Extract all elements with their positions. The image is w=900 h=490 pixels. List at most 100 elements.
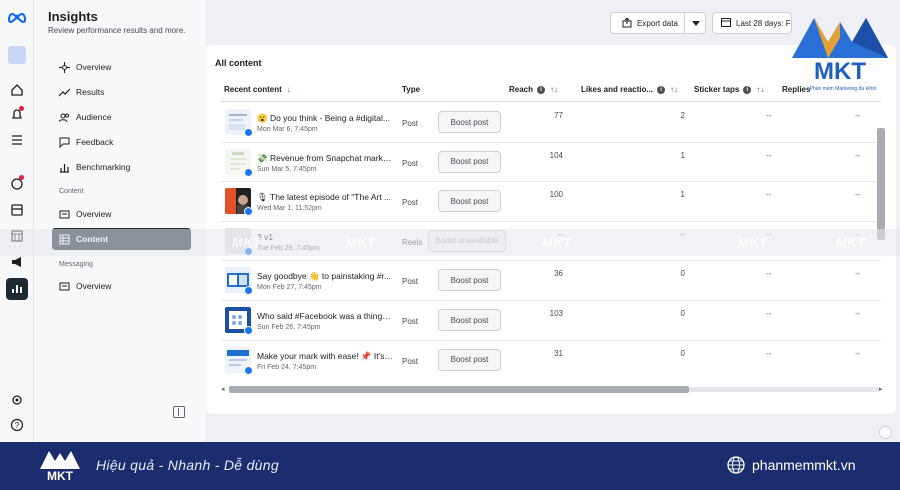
meta-logo-icon[interactable] — [7, 10, 27, 24]
notification-dot — [19, 106, 24, 111]
nav-item-benchmarking[interactable]: Benchmarking — [52, 156, 191, 178]
post-title[interactable]: 🎙 The latest episode of "The Art ... — [257, 192, 393, 203]
post-type: Post — [402, 158, 419, 168]
table-row[interactable]: Make your mark with ease! 📌 It's ... Fri… — [221, 341, 881, 381]
facebook-icon — [244, 326, 253, 335]
help-icon[interactable]: ? — [8, 416, 26, 434]
nav-item-feedback[interactable]: Feedback — [52, 131, 191, 153]
date-range-button[interactable]: Last 28 days: Feb 9 – Mar 8 — [712, 12, 792, 34]
col-label: Likes and reactio... — [581, 85, 654, 94]
notifications-icon[interactable] — [8, 106, 26, 124]
boost-post-button[interactable]: Boost post — [438, 111, 501, 133]
nav-item-label: Overview — [76, 281, 112, 291]
export-data-button[interactable]: Export data — [610, 12, 706, 34]
post-title[interactable]: 💸 Revenue from Snapchat market... — [257, 153, 393, 164]
footer-website[interactable]: phanmemmkt.vn — [752, 457, 855, 473]
insights-icon[interactable] — [6, 278, 28, 300]
col-reach[interactable]: Reach i ↑↓ — [509, 85, 558, 94]
info-icon[interactable]: i — [657, 85, 666, 94]
menu-icon[interactable] — [8, 131, 26, 149]
replies-value: -- — [855, 269, 861, 279]
reach-value: -- — [557, 229, 563, 239]
page-title: Insights — [48, 9, 98, 24]
sort-arrow-icon[interactable]: ↓ — [287, 85, 291, 94]
post-title[interactable]: 😮 Do you think - Being a #digital... — [257, 113, 393, 124]
nav-item-results[interactable]: Results — [52, 81, 191, 103]
boost-post-button[interactable]: Boost post — [438, 309, 501, 331]
scroll-left-icon[interactable]: ◂ — [221, 385, 225, 393]
replies-value: -- — [855, 309, 861, 318]
settings-icon[interactable] — [8, 391, 26, 409]
footer-logo-mark-icon — [40, 451, 80, 469]
facebook-icon — [244, 207, 253, 217]
scroll-right-icon[interactable]: ▸ — [879, 385, 883, 393]
sort-icon[interactable]: ↑↓ — [756, 85, 764, 94]
facebook-icon — [244, 167, 253, 177]
table-row[interactable]: 😮 Do you think - Being a #digital... Mon… — [221, 103, 881, 143]
likes-value: 0 — [680, 309, 685, 318]
post-title[interactable]: Say goodbye 👋 to painstaking #r... — [257, 271, 393, 282]
boost-post-button[interactable]: Boost post — [438, 269, 501, 292]
info-icon[interactable]: i — [537, 85, 546, 94]
sort-icon[interactable]: ↑↓ — [550, 85, 558, 94]
post-title[interactable]: Make your mark with ease! 📌 It's ... — [257, 351, 393, 362]
account-avatar[interactable] — [8, 46, 26, 64]
nav-item-overview[interactable]: Overview — [52, 56, 191, 78]
ads-icon[interactable] — [8, 253, 26, 271]
messaging-overview-icon — [58, 280, 70, 292]
replies-value: -- — [855, 111, 861, 120]
post-type: Post — [402, 198, 419, 208]
nav-item-audience[interactable]: Audience — [52, 106, 191, 128]
export-label: Export data — [637, 18, 678, 28]
col-likes[interactable]: Likes and reactio... i ↑↓ — [581, 85, 678, 94]
sort-icon[interactable]: ↑↓ — [670, 85, 678, 94]
post-date: Tue Feb 28, 7:45pm — [257, 244, 320, 252]
nav-item-label: Overview — [76, 209, 112, 219]
chevron-down-icon[interactable] — [684, 13, 706, 33]
post-date: Fri Feb 24, 7:45pm — [257, 363, 317, 371]
col-label: Type — [402, 85, 421, 94]
col-sticker-taps[interactable]: Sticker taps i ↑↓ — [694, 85, 764, 94]
vertical-scrollbar[interactable] — [877, 128, 885, 240]
calendar-icon[interactable] — [8, 227, 26, 245]
col-recent-content[interactable]: Recent content ↓ — [224, 85, 291, 94]
footer-banner: MKT Hiệu quả - Nhanh - Dễ dùng phanmemmk… — [0, 442, 900, 490]
scroll-thumb[interactable] — [229, 386, 689, 393]
sticker-taps-value: -- — [766, 111, 772, 120]
nav-item-messaging-overview[interactable]: Overview — [52, 275, 191, 297]
post-title[interactable]: 3 v1 — [257, 232, 393, 242]
facebook-icon — [244, 128, 253, 137]
table-row[interactable]: 🎙 The latest episode of "The Art ... Wed… — [221, 182, 881, 222]
sticker-taps-value: -- — [766, 309, 772, 318]
nav-item-content[interactable]: Content — [52, 228, 191, 250]
post-title[interactable]: Who said #Facebook was a thing o... — [257, 311, 393, 321]
post-date: Wed Mar 1, 11:52pm — [257, 205, 322, 213]
reach-value: 100 — [549, 190, 563, 200]
table-row[interactable]: Who said #Facebook was a thing o... Sun … — [221, 301, 881, 341]
likes-value: 1 — [680, 150, 685, 160]
facebook-icon — [244, 365, 253, 375]
svg-text:?: ? — [15, 421, 20, 430]
likes-value: 1 — [680, 190, 685, 200]
home-icon[interactable] — [8, 81, 26, 99]
col-label: Recent content — [224, 85, 282, 94]
post-type: Post — [402, 119, 419, 128]
boost-post-button[interactable]: Boost post — [438, 348, 501, 371]
pages-icon[interactable] — [8, 201, 26, 219]
nav-item-label: Benchmarking — [76, 162, 131, 172]
table-row[interactable]: 3 v1 Tue Feb 28, 7:45pm Reels Boost unav… — [221, 222, 881, 262]
table-row[interactable]: Say goodbye 👋 to painstaking #r... Mon F… — [221, 261, 881, 301]
boost-post-button[interactable]: Boost post — [438, 190, 501, 213]
comments-icon[interactable] — [8, 175, 26, 193]
reach-value: 31 — [554, 348, 563, 358]
post-date: Sun Mar 5, 7:45pm — [257, 165, 317, 173]
footer-logo-text: MKT — [47, 469, 73, 483]
mkt-logo-text: MKT — [814, 58, 866, 85]
collapse-sidebar-icon[interactable] — [173, 406, 185, 418]
boost-post-button[interactable]: Boost post — [438, 150, 501, 173]
language-globe-icon[interactable] — [879, 426, 892, 439]
table-row[interactable]: 💸 Revenue from Snapchat market... Sun Ma… — [221, 143, 881, 183]
info-icon[interactable]: i — [743, 85, 752, 94]
nav-item-content-overview[interactable]: Overview — [52, 203, 191, 225]
horizontal-scrollbar[interactable]: ◂ ▸ — [221, 384, 886, 394]
